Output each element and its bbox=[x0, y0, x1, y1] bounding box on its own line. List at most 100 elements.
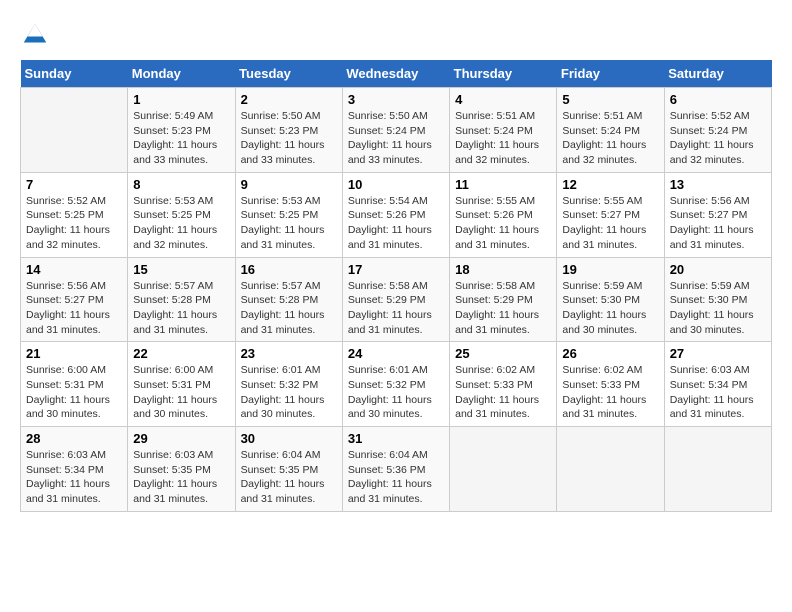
day-number: 11 bbox=[455, 177, 551, 192]
day-info: Sunrise: 5:53 AMSunset: 5:25 PMDaylight:… bbox=[241, 194, 337, 253]
calendar-cell: 15 Sunrise: 5:57 AMSunset: 5:28 PMDayligh… bbox=[128, 257, 235, 342]
day-number: 2 bbox=[241, 92, 337, 107]
logo bbox=[20, 20, 52, 50]
day-number: 14 bbox=[26, 262, 122, 277]
calendar-cell: 7 Sunrise: 5:52 AMSunset: 5:25 PMDaylight… bbox=[21, 172, 128, 257]
day-info: Sunrise: 5:58 AMSunset: 5:29 PMDaylight:… bbox=[348, 279, 444, 338]
calendar-cell: 5 Sunrise: 5:51 AMSunset: 5:24 PMDaylight… bbox=[557, 88, 664, 173]
page-header bbox=[20, 20, 772, 50]
day-info: Sunrise: 5:57 AMSunset: 5:28 PMDaylight:… bbox=[241, 279, 337, 338]
day-number: 3 bbox=[348, 92, 444, 107]
day-number: 13 bbox=[670, 177, 766, 192]
calendar-cell bbox=[450, 427, 557, 512]
day-number: 17 bbox=[348, 262, 444, 277]
day-info: Sunrise: 5:58 AMSunset: 5:29 PMDaylight:… bbox=[455, 279, 551, 338]
calendar-cell: 14 Sunrise: 5:56 AMSunset: 5:27 PMDayligh… bbox=[21, 257, 128, 342]
calendar-cell: 22Sunrise: 6:00 AMSunset: 5:31 PMDayligh… bbox=[128, 342, 235, 427]
calendar-cell: 27 Sunrise: 6:03 AMSunset: 5:34 PMDayligh… bbox=[664, 342, 771, 427]
day-info: Sunrise: 5:51 AMSunset: 5:24 PMDaylight:… bbox=[562, 109, 658, 168]
day-header-tuesday: Tuesday bbox=[235, 60, 342, 88]
day-info: Sunrise: 5:51 AMSunset: 5:24 PMDaylight:… bbox=[455, 109, 551, 168]
day-info: Sunrise: 5:49 AMSunset: 5:23 PMDaylight:… bbox=[133, 109, 229, 168]
day-number: 16 bbox=[241, 262, 337, 277]
day-info: Sunrise: 6:03 AMSunset: 5:35 PMDaylight:… bbox=[133, 448, 229, 507]
day-header-friday: Friday bbox=[557, 60, 664, 88]
week-row-2: 14 Sunrise: 5:56 AMSunset: 5:27 PMDayligh… bbox=[21, 257, 772, 342]
day-info: Sunrise: 6:00 AMSunset: 5:31 PMDaylight:… bbox=[133, 363, 229, 422]
day-number: 6 bbox=[670, 92, 766, 107]
calendar-cell: 10 Sunrise: 5:54 AMSunset: 5:26 PMDayligh… bbox=[342, 172, 449, 257]
day-number: 20 bbox=[670, 262, 766, 277]
day-number: 27 bbox=[670, 346, 766, 361]
day-number: 31 bbox=[348, 431, 444, 446]
calendar-cell: 11 Sunrise: 5:55 AMSunset: 5:26 PMDayligh… bbox=[450, 172, 557, 257]
day-number: 28 bbox=[26, 431, 122, 446]
day-info: Sunrise: 6:00 AMSunset: 5:31 PMDaylight:… bbox=[26, 363, 122, 422]
calendar-cell: 19 Sunrise: 5:59 AMSunset: 5:30 PMDayligh… bbox=[557, 257, 664, 342]
calendar-cell: 25Sunrise: 6:02 AMSunset: 5:33 PMDayligh… bbox=[450, 342, 557, 427]
day-number: 21 bbox=[26, 346, 122, 361]
day-number: 18 bbox=[455, 262, 551, 277]
week-row-4: 28 Sunrise: 6:03 AMSunset: 5:34 PMDayligh… bbox=[21, 427, 772, 512]
day-number: 9 bbox=[241, 177, 337, 192]
calendar-cell: 26 Sunrise: 6:02 AMSunset: 5:33 PMDayligh… bbox=[557, 342, 664, 427]
calendar-cell: 6 Sunrise: 5:52 AMSunset: 5:24 PMDaylight… bbox=[664, 88, 771, 173]
calendar-cell bbox=[664, 427, 771, 512]
calendar-cell: 21 Sunrise: 6:00 AMSunset: 5:31 PMDayligh… bbox=[21, 342, 128, 427]
day-number: 8 bbox=[133, 177, 229, 192]
day-info: Sunrise: 5:50 AMSunset: 5:24 PMDaylight:… bbox=[348, 109, 444, 168]
day-header-wednesday: Wednesday bbox=[342, 60, 449, 88]
day-info: Sunrise: 5:55 AMSunset: 5:26 PMDaylight:… bbox=[455, 194, 551, 253]
day-info: Sunrise: 5:56 AMSunset: 5:27 PMDaylight:… bbox=[26, 279, 122, 338]
day-header-monday: Monday bbox=[128, 60, 235, 88]
day-info: Sunrise: 5:54 AMSunset: 5:26 PMDaylight:… bbox=[348, 194, 444, 253]
calendar-cell: 30Sunrise: 6:04 AMSunset: 5:35 PMDayligh… bbox=[235, 427, 342, 512]
day-info: Sunrise: 5:59 AMSunset: 5:30 PMDaylight:… bbox=[670, 279, 766, 338]
day-info: Sunrise: 6:01 AMSunset: 5:32 PMDaylight:… bbox=[348, 363, 444, 422]
day-info: Sunrise: 5:56 AMSunset: 5:27 PMDaylight:… bbox=[670, 194, 766, 253]
day-number: 7 bbox=[26, 177, 122, 192]
calendar-cell: 29Sunrise: 6:03 AMSunset: 5:35 PMDayligh… bbox=[128, 427, 235, 512]
calendar-cell: 28 Sunrise: 6:03 AMSunset: 5:34 PMDayligh… bbox=[21, 427, 128, 512]
week-row-0: 1 Sunrise: 5:49 AMSunset: 5:23 PMDaylight… bbox=[21, 88, 772, 173]
day-number: 15 bbox=[133, 262, 229, 277]
day-info: Sunrise: 6:04 AMSunset: 5:35 PMDaylight:… bbox=[241, 448, 337, 507]
day-number: 26 bbox=[562, 346, 658, 361]
day-info: Sunrise: 6:01 AMSunset: 5:32 PMDaylight:… bbox=[241, 363, 337, 422]
calendar-cell: 20 Sunrise: 5:59 AMSunset: 5:30 PMDayligh… bbox=[664, 257, 771, 342]
calendar-cell: 1 Sunrise: 5:49 AMSunset: 5:23 PMDaylight… bbox=[128, 88, 235, 173]
day-info: Sunrise: 5:59 AMSunset: 5:30 PMDaylight:… bbox=[562, 279, 658, 338]
day-info: Sunrise: 5:57 AMSunset: 5:28 PMDaylight:… bbox=[133, 279, 229, 338]
calendar-cell: 4 Sunrise: 5:51 AMSunset: 5:24 PMDaylight… bbox=[450, 88, 557, 173]
day-info: Sunrise: 5:52 AMSunset: 5:25 PMDaylight:… bbox=[26, 194, 122, 253]
day-info: Sunrise: 6:02 AMSunset: 5:33 PMDaylight:… bbox=[562, 363, 658, 422]
day-info: Sunrise: 6:04 AMSunset: 5:36 PMDaylight:… bbox=[348, 448, 444, 507]
day-header-saturday: Saturday bbox=[664, 60, 771, 88]
calendar-cell: 23 Sunrise: 6:01 AMSunset: 5:32 PMDayligh… bbox=[235, 342, 342, 427]
day-number: 19 bbox=[562, 262, 658, 277]
day-info: Sunrise: 5:55 AMSunset: 5:27 PMDaylight:… bbox=[562, 194, 658, 253]
day-info: Sunrise: 6:03 AMSunset: 5:34 PMDaylight:… bbox=[26, 448, 122, 507]
calendar-cell bbox=[21, 88, 128, 173]
day-header-thursday: Thursday bbox=[450, 60, 557, 88]
week-row-1: 7 Sunrise: 5:52 AMSunset: 5:25 PMDaylight… bbox=[21, 172, 772, 257]
calendar-cell: 13 Sunrise: 5:56 AMSunset: 5:27 PMDayligh… bbox=[664, 172, 771, 257]
day-number: 12 bbox=[562, 177, 658, 192]
day-number: 5 bbox=[562, 92, 658, 107]
day-number: 4 bbox=[455, 92, 551, 107]
day-info: Sunrise: 5:50 AMSunset: 5:23 PMDaylight:… bbox=[241, 109, 337, 168]
calendar-cell: 9 Sunrise: 5:53 AMSunset: 5:25 PMDaylight… bbox=[235, 172, 342, 257]
day-number: 24 bbox=[348, 346, 444, 361]
logo-icon bbox=[20, 20, 50, 50]
day-info: Sunrise: 5:52 AMSunset: 5:24 PMDaylight:… bbox=[670, 109, 766, 168]
week-row-3: 21 Sunrise: 6:00 AMSunset: 5:31 PMDayligh… bbox=[21, 342, 772, 427]
day-number: 1 bbox=[133, 92, 229, 107]
day-info: Sunrise: 6:03 AMSunset: 5:34 PMDaylight:… bbox=[670, 363, 766, 422]
calendar-cell: 3 Sunrise: 5:50 AMSunset: 5:24 PMDaylight… bbox=[342, 88, 449, 173]
day-info: Sunrise: 5:53 AMSunset: 5:25 PMDaylight:… bbox=[133, 194, 229, 253]
day-header-sunday: Sunday bbox=[21, 60, 128, 88]
day-number: 23 bbox=[241, 346, 337, 361]
calendar-cell: 31 Sunrise: 6:04 AMSunset: 5:36 PMDayligh… bbox=[342, 427, 449, 512]
calendar-cell: 18 Sunrise: 5:58 AMSunset: 5:29 PMDayligh… bbox=[450, 257, 557, 342]
day-number: 10 bbox=[348, 177, 444, 192]
